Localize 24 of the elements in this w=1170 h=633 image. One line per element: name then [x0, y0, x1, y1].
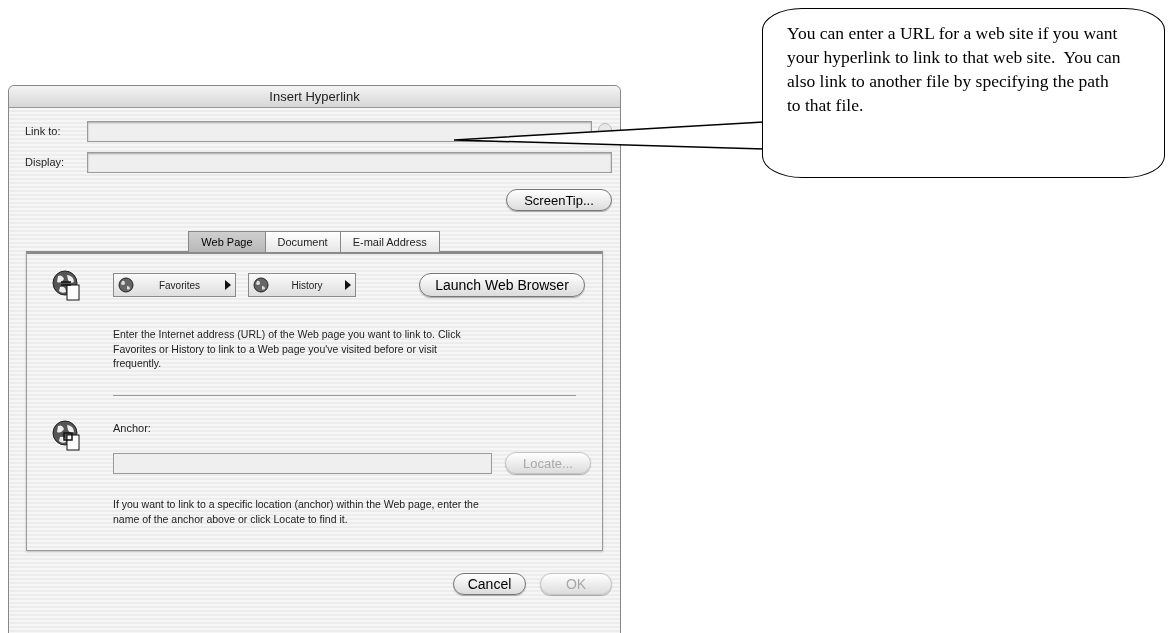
menu-button[interactable]: History — [248, 273, 356, 297]
tab[interactable]: Document — [264, 231, 341, 252]
callout-text: You can enter a URL for a web site if you want your hyperlink to link to that web site. You can also link to another file by specifying the path to that file. — [787, 22, 1122, 117]
anchor-input-field[interactable] — [113, 452, 492, 474]
input-field[interactable] — [86, 152, 612, 173]
cancel-button[interactable]: Cancel — [453, 573, 526, 595]
launch-web-browser-button[interactable]: Launch Web Browser — [419, 273, 585, 297]
input-field[interactable] — [87, 121, 592, 142]
field-label: Link to: — [25, 124, 62, 140]
anchor-label: Anchor: — [113, 420, 152, 436]
menu-button[interactable]: Favorites — [113, 273, 236, 297]
triangle-right-icon — [225, 280, 231, 290]
window-title: Insert Hyperlink — [9, 86, 620, 108]
screentip-button[interactable]: ScreenTip... — [506, 189, 612, 211]
globe-link-icon — [52, 270, 82, 302]
description-text: Enter the Internet address (URL) of the Web page you want to link to. Click Favorites or History to link to a Web page you've visited before or visit frequently. — [113, 327, 462, 371]
globe-anchor-icon — [52, 419, 82, 452]
tab[interactable]: E-mail Address — [339, 231, 440, 252]
field-label: Display: — [25, 155, 66, 171]
triangle-right-icon — [345, 280, 351, 290]
globe-icon — [118, 277, 134, 293]
anchor-help-text: If you want to link to a specific location (anchor) within the Web page, enter the name of the anchor above or click Locate to find it. — [113, 497, 480, 526]
globe-icon — [253, 277, 269, 293]
tab[interactable]: Web Page — [188, 231, 266, 252]
